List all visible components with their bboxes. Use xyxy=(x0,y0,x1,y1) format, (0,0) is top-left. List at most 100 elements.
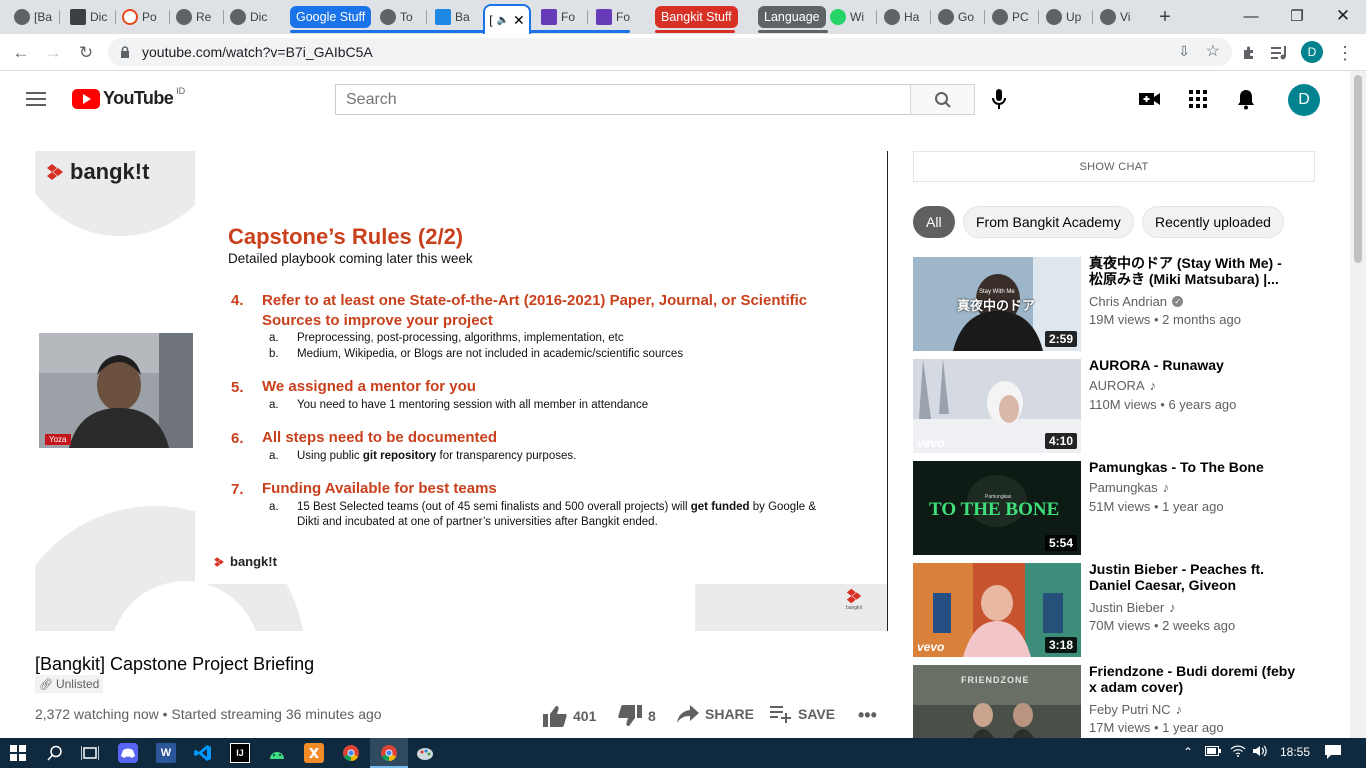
close-window-icon[interactable]: ✕ xyxy=(1320,4,1366,28)
forward-arrow-icon[interactable]: → xyxy=(40,40,66,66)
recommended-video[interactable]: vevo 4:10 AURORA - Runaway AURORA ♪ 110M… xyxy=(913,357,1333,454)
chip-all[interactable]: All xyxy=(913,206,955,238)
video-title[interactable]: Pamungkas - To The Bone xyxy=(1089,459,1299,475)
like-button[interactable]: 401 xyxy=(543,705,596,727)
show-hidden-icons-chevron-icon[interactable]: ⌃ xyxy=(1183,745,1193,759)
video-thumbnail[interactable]: Pamungkas TO THE BONE 5:54 xyxy=(913,461,1081,555)
search-input[interactable] xyxy=(335,84,911,115)
browser-tab[interactable]: Up xyxy=(1046,6,1088,28)
extensions-icon[interactable] xyxy=(1236,40,1262,66)
battery-icon[interactable] xyxy=(1205,745,1221,759)
channel-name[interactable]: Feby Putri NC ♪ xyxy=(1089,702,1182,717)
word-icon[interactable]: W xyxy=(156,743,176,763)
active-tab-youtube[interactable]: [ 🔈 ✕ xyxy=(483,4,531,34)
whatsapp-icon xyxy=(830,9,846,25)
browser-tab[interactable]: Vi xyxy=(1100,6,1142,28)
tab-close-icon[interactable]: ✕ xyxy=(513,12,525,29)
media-control-icon[interactable] xyxy=(1267,40,1293,66)
browser-tab[interactable]: Fo xyxy=(596,6,638,28)
restore-icon[interactable]: ❐ xyxy=(1274,4,1320,28)
action-center-icon[interactable] xyxy=(1325,745,1341,762)
install-icon[interactable]: ⇩ xyxy=(1178,43,1190,60)
rule-text: Refer to at least one State-of-the-Art (… xyxy=(262,292,808,329)
chrome-active-taskbar-item[interactable] xyxy=(370,738,408,768)
chip-from-bangkit-academy[interactable]: From Bangkit Academy xyxy=(963,206,1134,238)
search-icon[interactable] xyxy=(45,743,65,763)
chip-recently-uploaded[interactable]: Recently uploaded xyxy=(1142,206,1284,238)
create-video-icon[interactable] xyxy=(1138,87,1162,111)
duration-badge: 4:10 xyxy=(1044,433,1077,449)
channel-name[interactable]: Chris Andrian ✓ xyxy=(1089,294,1184,309)
clock-time[interactable]: 18:55 xyxy=(1280,745,1310,759)
duration-badge: 2:59 xyxy=(1044,331,1077,347)
browser-tab[interactable]: Go xyxy=(938,6,980,28)
task-view-icon[interactable] xyxy=(80,743,100,763)
recommended-video[interactable]: vevo 3:18 Justin Bieber - Peaches ft. Da… xyxy=(913,561,1333,658)
share-arrow-icon xyxy=(677,705,699,723)
tab-group-bangkit-stuff[interactable]: Bangkit Stuff xyxy=(655,6,738,28)
android-studio-icon[interactable] xyxy=(267,743,287,763)
notifications-bell-icon[interactable] xyxy=(1234,87,1258,111)
recommended-video[interactable]: Stay With Me 真夜中のドア 2:59 真夜中のドア (Stay Wi… xyxy=(913,255,1333,352)
tab-group-google-stuff[interactable]: Google Stuff xyxy=(290,6,372,28)
video-player[interactable]: bangk!t Capstone’s Rules (2/2) Detailed … xyxy=(35,151,888,631)
paint-app-icon[interactable] xyxy=(415,743,435,763)
video-thumbnail[interactable]: Stay With Me 真夜中のドア 2:59 xyxy=(913,257,1081,351)
dislike-button[interactable]: 8 xyxy=(618,705,656,727)
microphone-icon[interactable] xyxy=(987,87,1011,111)
video-meta: 110M views • 6 years ago xyxy=(1089,397,1237,412)
account-avatar[interactable]: D xyxy=(1288,84,1320,116)
browser-tab[interactable]: To xyxy=(380,6,422,28)
minimize-icon[interactable]: — xyxy=(1228,4,1274,28)
chrome-icon[interactable] xyxy=(341,743,361,763)
volume-icon[interactable] xyxy=(1253,745,1269,760)
bookmark-star-icon[interactable]: ☆ xyxy=(1206,41,1220,61)
browser-tab[interactable]: Dic xyxy=(230,6,272,28)
reload-icon[interactable]: ↻ xyxy=(73,40,99,66)
chrome-menu-icon[interactable]: ⋮ xyxy=(1332,40,1358,66)
video-title[interactable]: AURORA - Runaway xyxy=(1089,357,1299,373)
video-thumbnail[interactable]: vevo 4:10 xyxy=(913,359,1081,453)
share-button[interactable]: SHARE xyxy=(677,705,754,723)
channel-name[interactable]: AURORA ♪ xyxy=(1089,378,1156,393)
windows-start-icon[interactable] xyxy=(8,743,28,763)
browser-tab[interactable]: Fo xyxy=(541,6,583,28)
browser-tab[interactable]: PC xyxy=(992,6,1034,28)
page-scrollbar[interactable] xyxy=(1350,71,1366,738)
address-bar[interactable]: youtube.com/watch?v=B7i_GAIbC5A ⇩ ☆ xyxy=(108,38,1232,66)
browser-tab[interactable]: Ba xyxy=(435,6,477,28)
save-button[interactable]: SAVE xyxy=(770,705,835,723)
chrome-profile-avatar[interactable]: D xyxy=(1301,41,1323,63)
calendar-icon xyxy=(435,9,451,25)
new-tab-plus-icon[interactable]: + xyxy=(1152,4,1178,30)
intellij-icon[interactable]: IJ xyxy=(230,743,250,763)
video-title[interactable]: 真夜中のドア (Stay With Me) - 松原みき (Miki Matsu… xyxy=(1089,255,1299,287)
wifi-icon[interactable] xyxy=(1230,745,1246,760)
show-chat-button[interactable]: SHOW CHAT xyxy=(913,151,1315,182)
browser-tab[interactable]: [Ba xyxy=(14,6,54,28)
recommended-video[interactable]: Pamungkas TO THE BONE 5:54 Pamungkas - T… xyxy=(913,459,1333,556)
video-title[interactable]: Justin Bieber - Peaches ft. Daniel Caesa… xyxy=(1089,561,1299,593)
vevo-logo: vevo xyxy=(917,436,945,450)
more-actions-icon[interactable]: ••• xyxy=(858,705,877,726)
channel-name[interactable]: Pamungkas ♪ xyxy=(1089,480,1169,495)
browser-tab[interactable]: Wi xyxy=(830,6,872,28)
apps-grid-icon[interactable] xyxy=(1186,87,1210,111)
xampp-icon[interactable] xyxy=(304,743,324,763)
browser-tab[interactable]: Dic xyxy=(70,6,110,28)
search-button[interactable] xyxy=(910,84,975,115)
back-arrow-icon[interactable]: ← xyxy=(8,40,34,66)
youtube-logo[interactable]: YouTube ID xyxy=(72,86,185,109)
channel-name[interactable]: Justin Bieber ♪ xyxy=(1089,600,1176,615)
vscode-icon[interactable] xyxy=(193,743,213,763)
browser-tab[interactable]: Po xyxy=(122,6,164,28)
scrollbar-thumb[interactable] xyxy=(1354,75,1362,263)
video-thumbnail[interactable]: vevo 3:18 xyxy=(913,563,1081,657)
menu-hamburger-icon[interactable] xyxy=(26,92,46,106)
browser-tab[interactable]: Ha xyxy=(884,6,926,28)
video-title[interactable]: Friendzone - Budi doremi (feby x adam co… xyxy=(1089,663,1299,695)
browser-tab[interactable]: Re xyxy=(176,6,218,28)
tab-group-language[interactable]: Language xyxy=(758,6,826,28)
discord-icon[interactable] xyxy=(118,743,138,763)
chrome-icon xyxy=(381,745,397,761)
